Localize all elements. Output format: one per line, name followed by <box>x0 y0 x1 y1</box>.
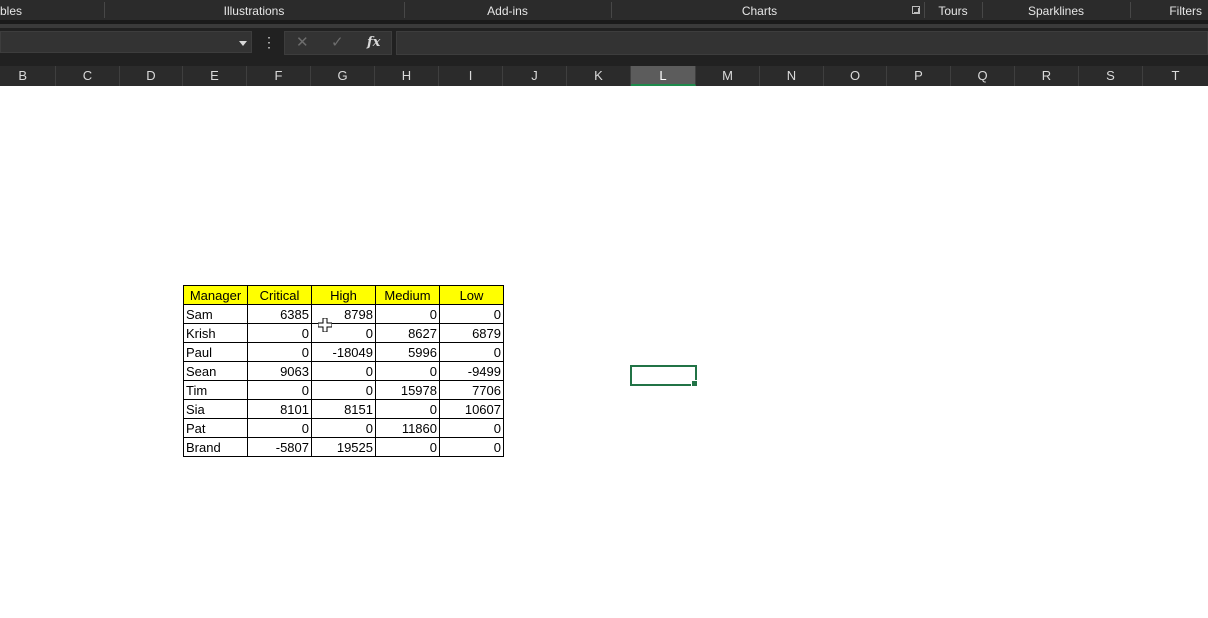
cell-manager[interactable]: Paul <box>183 342 248 362</box>
column-header-q[interactable]: Q <box>951 66 1015 86</box>
cell-manager[interactable]: Tim <box>183 380 248 400</box>
ribbon-group-tables[interactable]: bles <box>0 0 22 20</box>
cell-manager[interactable]: Sam <box>183 304 248 324</box>
column-headers: B C D E F G H I J K L M N O P Q R S T <box>0 66 1208 86</box>
column-header-f[interactable]: F <box>247 66 311 86</box>
cell-manager[interactable]: Sean <box>183 361 248 381</box>
cell-medium[interactable]: 0 <box>375 361 440 381</box>
header-cell-low[interactable]: Low <box>439 285 504 305</box>
column-header-l[interactable]: L <box>631 66 696 86</box>
table-row: Krish 0 0 8627 6879 <box>183 323 504 343</box>
ribbon-group-illustrations[interactable]: Illustrations <box>105 0 403 20</box>
column-header-t[interactable]: T <box>1143 66 1208 86</box>
ribbon-group-filters[interactable]: Filters <box>1131 0 1208 20</box>
column-header-g[interactable]: G <box>311 66 375 86</box>
dialog-launcher-icon[interactable] <box>912 6 920 14</box>
active-cell-selection[interactable] <box>630 365 698 387</box>
cell-low[interactable]: 0 <box>439 418 504 438</box>
table-row: Sia 8101 8151 0 10607 <box>183 399 504 419</box>
cell-low[interactable]: 0 <box>439 342 504 362</box>
ribbon-group-sparklines[interactable]: Sparklines <box>983 0 1129 20</box>
column-header-d[interactable]: D <box>120 66 183 86</box>
header-cell-medium[interactable]: Medium <box>375 285 440 305</box>
check-icon[interactable]: ✓ <box>331 34 344 52</box>
cell-critical[interactable]: 0 <box>247 342 312 362</box>
formula-bar: ⋮ ✕ ✓ fx <box>0 28 1208 58</box>
cell-manager[interactable]: Brand <box>183 437 248 457</box>
cell-manager[interactable]: Pat <box>183 418 248 438</box>
table-row: Brand -5807 19525 0 0 <box>183 437 504 457</box>
cell-low[interactable]: 6879 <box>439 323 504 343</box>
cell-medium[interactable]: 11860 <box>375 418 440 438</box>
cell-high[interactable]: 19525 <box>311 437 376 457</box>
cell-manager[interactable]: Sia <box>183 399 248 419</box>
table-row: Sean 9063 0 0 -9499 <box>183 361 504 381</box>
ribbon-group-tours[interactable]: Tours <box>925 0 981 20</box>
cell-critical[interactable]: 0 <box>247 380 312 400</box>
column-header-p[interactable]: P <box>887 66 951 86</box>
cell-critical[interactable]: 0 <box>247 418 312 438</box>
cell-high[interactable]: -18049 <box>311 342 376 362</box>
column-header-m[interactable]: M <box>696 66 760 86</box>
ribbon-group-addins[interactable]: Add-ins <box>405 0 610 20</box>
close-icon[interactable]: ✕ <box>296 34 309 52</box>
column-header-k[interactable]: K <box>567 66 631 86</box>
ribbon-group-labels: bles Illustrations Add-ins Charts Tours … <box>0 0 1208 20</box>
column-header-r[interactable]: R <box>1015 66 1079 86</box>
cell-medium[interactable]: 8627 <box>375 323 440 343</box>
header-cell-critical[interactable]: Critical <box>247 285 312 305</box>
cell-cursor-icon <box>318 318 332 332</box>
column-header-c[interactable]: C <box>56 66 120 86</box>
formula-input[interactable] <box>396 31 1208 55</box>
cell-high[interactable]: 8151 <box>311 399 376 419</box>
cell-medium[interactable]: 0 <box>375 304 440 324</box>
cell-medium[interactable]: 0 <box>375 437 440 457</box>
column-header-s[interactable]: S <box>1079 66 1143 86</box>
table-row: Tim 0 0 15978 7706 <box>183 380 504 400</box>
cell-medium[interactable]: 15978 <box>375 380 440 400</box>
column-header-n[interactable]: N <box>760 66 824 86</box>
chevron-down-icon[interactable] <box>239 41 247 46</box>
cell-low[interactable]: 0 <box>439 437 504 457</box>
cell-high[interactable]: 0 <box>311 380 376 400</box>
cell-critical[interactable]: -5807 <box>247 437 312 457</box>
table-row: Paul 0 -18049 5996 0 <box>183 342 504 362</box>
insert-function-button[interactable]: fx <box>367 34 380 52</box>
cell-high[interactable]: 0 <box>311 361 376 381</box>
cell-low[interactable]: 7706 <box>439 380 504 400</box>
ribbon-group-charts[interactable]: Charts <box>612 0 907 20</box>
table-row: Pat 0 0 11860 0 <box>183 418 504 438</box>
data-table: Manager Critical High Medium Low Sam 638… <box>183 285 504 457</box>
header-cell-high[interactable]: High <box>311 285 376 305</box>
cell-medium[interactable]: 0 <box>375 399 440 419</box>
column-header-h[interactable]: H <box>375 66 439 86</box>
formula-bar-gap <box>0 58 1208 66</box>
cell-high[interactable]: 0 <box>311 418 376 438</box>
cell-low[interactable]: 10607 <box>439 399 504 419</box>
header-cell-manager[interactable]: Manager <box>183 285 248 305</box>
more-options-icon[interactable]: ⋮ <box>262 32 276 52</box>
name-box[interactable] <box>0 31 252 53</box>
column-header-e[interactable]: E <box>183 66 247 86</box>
column-header-b[interactable]: B <box>0 66 56 86</box>
cell-critical[interactable]: 6385 <box>247 304 312 324</box>
cell-low[interactable]: 0 <box>439 304 504 324</box>
table-header-row: Manager Critical High Medium Low <box>183 285 504 305</box>
column-header-i[interactable]: I <box>439 66 503 86</box>
column-header-j[interactable]: J <box>503 66 567 86</box>
column-header-o[interactable]: O <box>824 66 887 86</box>
formula-buttons: ✕ ✓ fx <box>284 31 392 55</box>
cell-manager[interactable]: Krish <box>183 323 248 343</box>
cell-low[interactable]: -9499 <box>439 361 504 381</box>
table-row: Sam 6385 8798 0 0 <box>183 304 504 324</box>
cell-critical[interactable]: 9063 <box>247 361 312 381</box>
fill-handle[interactable] <box>691 380 698 387</box>
cell-critical[interactable]: 0 <box>247 323 312 343</box>
cell-medium[interactable]: 5996 <box>375 342 440 362</box>
cell-critical[interactable]: 8101 <box>247 399 312 419</box>
